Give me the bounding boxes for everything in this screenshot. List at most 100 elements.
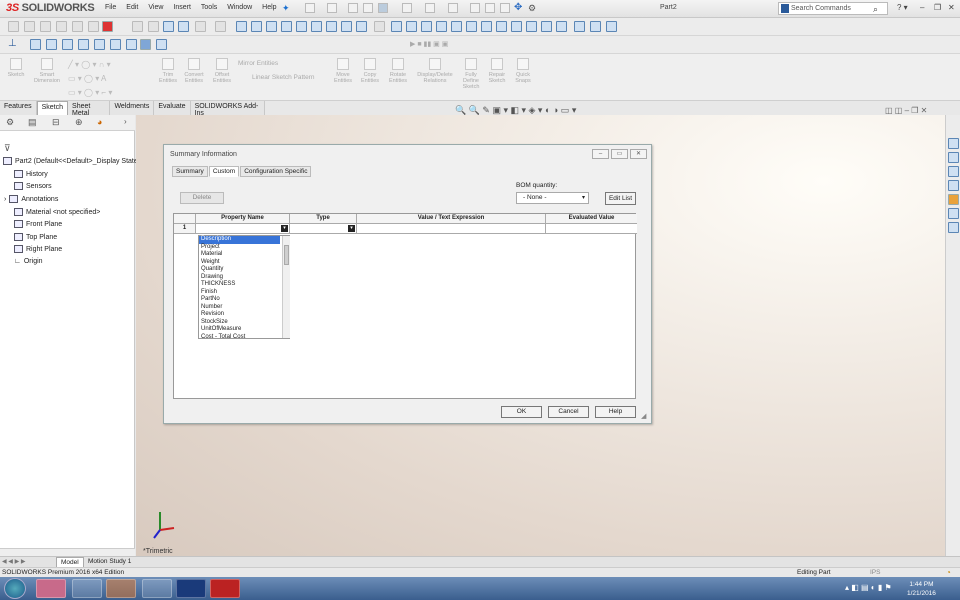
snap-icon[interactable] xyxy=(541,21,552,32)
search-icon[interactable]: ⌕ xyxy=(873,4,878,15)
filter-icon[interactable] xyxy=(132,21,143,32)
rebuild-icon[interactable]: ◔ xyxy=(946,568,951,577)
undo-icon[interactable] xyxy=(402,3,412,13)
sketch-button[interactable]: Sketch xyxy=(4,56,28,78)
tab-summary[interactable]: Summary xyxy=(172,166,208,177)
list-item[interactable]: StockSize xyxy=(199,319,289,327)
dimxpert-tab-icon[interactable]: ⊕ xyxy=(75,117,83,128)
firefox-icon[interactable] xyxy=(106,579,136,598)
tree-item-history[interactable]: History xyxy=(14,170,149,182)
list-item[interactable]: Description xyxy=(199,236,280,244)
menu-help[interactable]: Help xyxy=(257,4,281,11)
select-icon[interactable] xyxy=(448,3,458,13)
tab-sheet-metal[interactable]: Sheet Metal xyxy=(68,101,111,117)
filter-icon[interactable] xyxy=(356,21,367,32)
fully-define-sketch-button[interactable]: Fully Define Sketch xyxy=(459,56,483,90)
edit-list-button[interactable]: Edit List xyxy=(605,192,636,205)
taskbar-app[interactable] xyxy=(72,579,102,598)
tab-addins[interactable]: SOLIDWORKS Add-Ins xyxy=(191,101,265,117)
view-icon[interactable] xyxy=(156,39,167,50)
solidworks-taskbar-icon[interactable] xyxy=(210,579,240,598)
filter-icon[interactable] xyxy=(195,21,206,32)
view-icon[interactable] xyxy=(126,39,137,50)
restore-icon[interactable]: ▭ xyxy=(611,149,628,159)
rebuild-icon[interactable] xyxy=(470,3,480,13)
minimize-icon[interactable]: – xyxy=(592,149,609,159)
resize-grip-icon[interactable]: ◢ xyxy=(641,412,646,420)
dropdown-scrollbar[interactable] xyxy=(282,236,290,338)
sketch-tool-icon[interactable] xyxy=(102,21,113,32)
menu-edit[interactable]: Edit xyxy=(121,4,143,11)
forum-icon[interactable] xyxy=(948,222,959,233)
filter-icon[interactable] xyxy=(251,21,262,32)
list-item[interactable]: THICKNESS xyxy=(199,281,289,289)
home-icon[interactable] xyxy=(948,138,959,149)
snap-icon[interactable] xyxy=(526,21,537,32)
redo-icon[interactable] xyxy=(425,3,435,13)
display-relations-button[interactable]: Display/Delete Relations xyxy=(413,56,457,84)
tree-root-part[interactable]: Part2 (Default<<Default>_Display State xyxy=(3,157,138,169)
type-cell[interactable]: ▾ xyxy=(290,224,357,234)
custom-properties-icon[interactable] xyxy=(948,208,959,219)
chevron-right-icon[interactable]: › xyxy=(124,117,127,126)
list-item[interactable]: Revision xyxy=(199,311,289,319)
offset-entities-button[interactable]: Offset Entities xyxy=(208,56,236,84)
menu-tools[interactable]: Tools xyxy=(196,4,222,11)
panel-scrollbar[interactable] xyxy=(0,548,135,556)
snap-icon[interactable] xyxy=(436,21,447,32)
tree-item-origin[interactable]: ∟ Origin xyxy=(14,258,149,270)
tab-motion-study[interactable]: Motion Study 1 xyxy=(88,558,131,565)
snap-icon[interactable] xyxy=(466,21,477,32)
menu-insert[interactable]: Insert xyxy=(168,4,196,11)
close-icon[interactable]: ✕ xyxy=(948,3,955,12)
value-cell[interactable] xyxy=(357,224,546,234)
view-icon[interactable] xyxy=(94,39,105,50)
filter-icon[interactable] xyxy=(236,21,247,32)
sketch-tool-icon[interactable] xyxy=(40,21,51,32)
view-icon[interactable] xyxy=(140,39,151,50)
bom-quantity-select[interactable]: - None - ▾ xyxy=(516,192,589,204)
view-icon[interactable] xyxy=(78,39,89,50)
close-icon[interactable]: ✕ xyxy=(630,149,647,159)
filter-icon[interactable] xyxy=(341,21,352,32)
snap-icon[interactable] xyxy=(496,21,507,32)
mirror-entities-button[interactable]: Mirror Entities xyxy=(238,60,278,67)
tab-features[interactable]: Features xyxy=(0,101,37,115)
trim-entities-button[interactable]: Trim Entities xyxy=(156,56,180,84)
file-explorer-icon[interactable] xyxy=(948,166,959,177)
save-icon[interactable] xyxy=(348,3,358,13)
feature-tree-tab-icon[interactable]: ⚙ xyxy=(6,117,14,128)
list-item[interactable]: Project xyxy=(199,244,289,252)
list-item[interactable]: PartNo xyxy=(199,296,289,304)
file-props-icon[interactable] xyxy=(485,3,495,13)
menu-window[interactable]: Window xyxy=(222,4,257,11)
sketch-tool-icon[interactable] xyxy=(56,21,67,32)
smart-dimension-button[interactable]: Smart Dimension xyxy=(32,56,62,84)
snap-icon[interactable] xyxy=(556,21,567,32)
copy-entities-button[interactable]: Copy Entities xyxy=(357,56,383,84)
open-icon[interactable] xyxy=(327,3,337,13)
linear-pattern-button[interactable]: Linear Sketch Pattern xyxy=(252,74,315,81)
list-item[interactable]: UnitOfMeasure xyxy=(199,326,289,334)
view-icon[interactable] xyxy=(30,39,41,50)
filter-icon[interactable]: ⊽ xyxy=(4,143,11,154)
snap-icon[interactable] xyxy=(391,21,402,32)
filter-icon[interactable] xyxy=(215,21,226,32)
search-commands[interactable]: Search Commands ⌕ xyxy=(778,2,888,15)
tree-item-annotations[interactable]: › Annotations xyxy=(4,195,139,207)
search-input[interactable]: Search Commands xyxy=(791,5,851,12)
move-icon[interactable]: ✥ xyxy=(514,2,522,13)
status-units[interactable]: IPS xyxy=(870,569,880,576)
appearances-icon[interactable] xyxy=(948,194,959,205)
list-item[interactable]: Material xyxy=(199,251,289,259)
repair-sketch-button[interactable]: Repair Sketch xyxy=(484,56,510,84)
filter-icon[interactable] xyxy=(311,21,322,32)
solidworks-logo[interactable]: 3S SOLIDWORKS xyxy=(6,2,95,14)
tree-item-right-plane[interactable]: Right Plane xyxy=(14,245,149,257)
snap-icon[interactable] xyxy=(574,21,585,32)
print-icon[interactable] xyxy=(363,3,373,13)
tree-item-top-plane[interactable]: Top Plane xyxy=(14,233,149,245)
convert-entities-button[interactable]: Convert Entities xyxy=(180,56,208,84)
tab-weldments[interactable]: Weldments xyxy=(110,101,155,115)
sketch-exit-icon[interactable]: ⊥ xyxy=(8,38,17,49)
